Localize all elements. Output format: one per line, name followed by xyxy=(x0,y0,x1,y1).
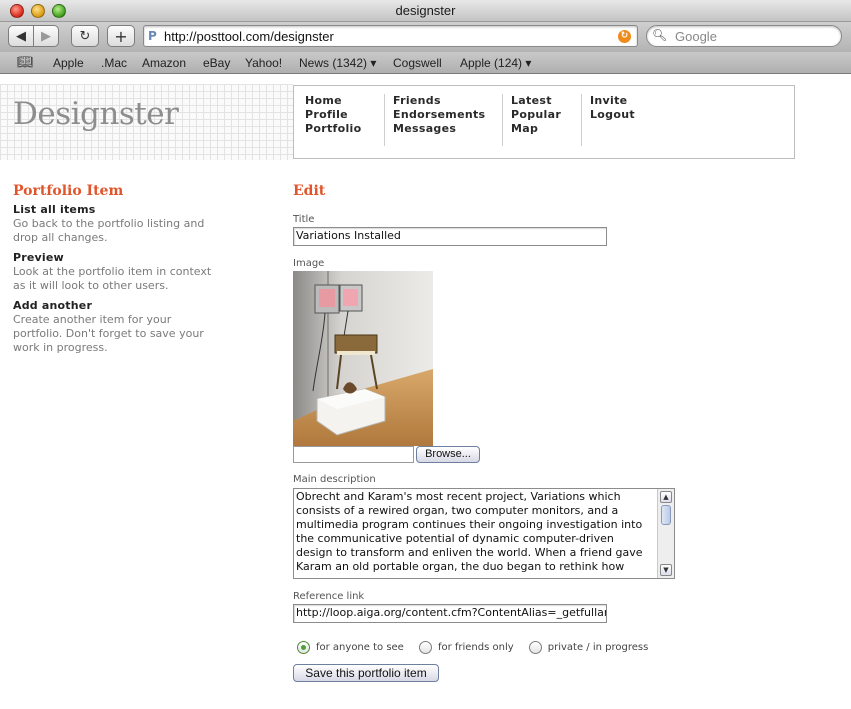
nav-messages[interactable]: Messages xyxy=(393,122,485,136)
list-all-items-link[interactable]: List all items xyxy=(13,203,213,217)
scroll-up-icon[interactable]: ▲ xyxy=(660,491,672,503)
radio-private-label: private / in progress xyxy=(547,642,649,653)
bookmark-item[interactable]: Yahoo! xyxy=(245,56,282,70)
bookmark-item[interactable]: eBay xyxy=(203,56,230,70)
add-bookmark-button[interactable]: + xyxy=(107,25,135,47)
sidebar: Portfolio Item List all items Go back to… xyxy=(13,183,213,361)
nav-logout[interactable]: Logout xyxy=(590,108,635,122)
edit-form: Edit Title Variations Installed Image Br… xyxy=(293,183,693,682)
bookmark-item[interactable]: Apple xyxy=(53,56,84,70)
title-label: Title xyxy=(293,214,315,225)
image-file-field[interactable] xyxy=(293,446,414,463)
nav-profile[interactable]: Profile xyxy=(305,108,361,122)
bookmark-item[interactable]: .Mac xyxy=(101,56,127,70)
nav-column: Home Profile Portfolio xyxy=(305,94,361,136)
preview-desc: Look at the portfolio item in context as… xyxy=(13,265,212,292)
reload-button[interactable]: ↻ xyxy=(71,25,99,47)
radio-anyone-label: for anyone to see xyxy=(316,642,404,653)
search-input[interactable]: 🔍︎ Google xyxy=(646,25,842,47)
site-logo[interactable]: Designster xyxy=(13,96,179,132)
nav-home[interactable]: Home xyxy=(305,94,361,108)
rss-icon[interactable]: ↻ xyxy=(618,30,631,43)
browser-toolbar: ◀ ▶ ↻ + P http://posttool.com/designster… xyxy=(0,22,851,52)
nav-column: Invite Logout xyxy=(581,94,635,146)
browse-button[interactable]: Browse... xyxy=(416,446,480,463)
radio-anyone[interactable] xyxy=(297,641,310,654)
organ-installation-image xyxy=(293,271,433,446)
back-button[interactable]: ◀ xyxy=(8,25,34,47)
search-icon[interactable]: 🔍︎ xyxy=(652,28,667,42)
nav-column: Latest Popular Map xyxy=(502,94,561,146)
add-another-desc: Create another item for your portfolio. … xyxy=(13,313,204,354)
logo-area: Designster xyxy=(0,84,293,160)
scroll-thumb[interactable] xyxy=(661,505,671,525)
radio-friends-label: for friends only xyxy=(437,642,514,653)
bookmark-item[interactable]: Apple (124) ▾ xyxy=(460,56,531,70)
radio-private[interactable] xyxy=(528,641,542,654)
address-bar[interactable]: P http://posttool.com/designster ↻ xyxy=(143,25,638,47)
nav-portfolio[interactable]: Portfolio xyxy=(305,122,361,136)
portfolio-image xyxy=(293,271,433,446)
bookmark-item[interactable]: Cogswell xyxy=(393,56,442,70)
nav-map[interactable]: Map xyxy=(511,122,561,136)
reference-link-field[interactable]: http://loop.aiga.org/content.cfm?Content… xyxy=(293,604,607,623)
scroll-down-icon[interactable]: ▼ xyxy=(660,564,672,576)
bookmarks-bar: 📖︎ Apple .Mac Amazon eBay Yahoo! News (1… xyxy=(0,52,851,74)
nav-friends[interactable]: Friends xyxy=(393,94,485,108)
nav-invite[interactable]: Invite xyxy=(590,94,635,108)
description-textarea[interactable]: Obrecht and Karam's most recent project,… xyxy=(293,488,675,579)
bookmark-item[interactable]: Amazon xyxy=(142,56,186,70)
radio-friends[interactable] xyxy=(418,641,432,654)
nav-endorsements[interactable]: Endorsements xyxy=(393,108,485,122)
add-another-link[interactable]: Add another xyxy=(13,299,213,313)
description-label: Main description xyxy=(293,474,376,485)
preview-link[interactable]: Preview xyxy=(13,251,213,265)
form-heading: Edit xyxy=(293,183,326,199)
sidebar-title: Portfolio Item xyxy=(13,183,124,199)
window-title: designster xyxy=(395,3,456,18)
site-header: Designster Home Profile Portfolio Friend… xyxy=(0,84,796,160)
description-scrollbar[interactable]: ▲ ▼ xyxy=(657,489,674,578)
reference-link-label: Reference link xyxy=(293,591,365,602)
nav-latest[interactable]: Latest xyxy=(511,94,561,108)
visibility-radio-group: for anyone to see for friends only priva… xyxy=(297,637,658,654)
bookmark-item[interactable]: News (1342) ▾ xyxy=(299,56,376,70)
search-placeholder: Google xyxy=(675,29,717,44)
title-field[interactable]: Variations Installed xyxy=(293,227,607,246)
nav-column: Friends Endorsements Messages xyxy=(384,94,485,146)
save-portfolio-button[interactable]: Save this portfolio item xyxy=(293,664,439,682)
description-text: Obrecht and Karam's most recent project,… xyxy=(296,490,643,573)
nav-popular[interactable]: Popular xyxy=(511,108,561,122)
forward-button[interactable]: ▶ xyxy=(33,25,59,47)
list-all-items-desc: Go back to the portfolio listing and dro… xyxy=(13,217,205,244)
bookmarks-book-icon[interactable]: 📖︎ xyxy=(17,55,34,70)
address-url[interactable]: http://posttool.com/designster xyxy=(164,29,334,44)
image-label: Image xyxy=(293,258,325,269)
site-favicon-icon: P xyxy=(148,29,157,43)
main-nav: Home Profile Portfolio Friends Endorseme… xyxy=(293,85,795,159)
window-titlebar: designster xyxy=(0,0,851,22)
